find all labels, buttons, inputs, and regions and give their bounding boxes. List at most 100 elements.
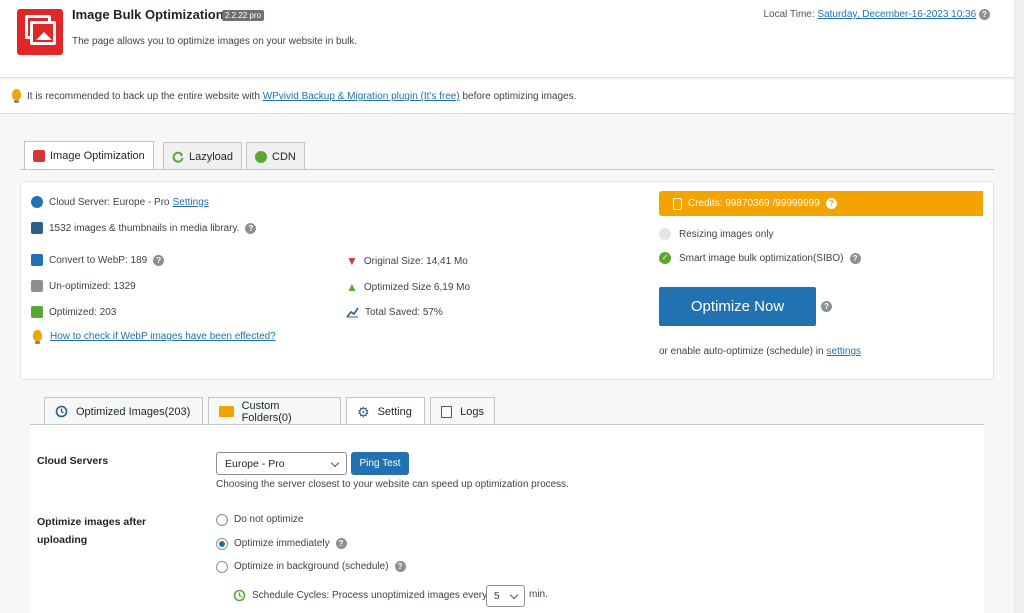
lightbulb-icon bbox=[33, 330, 42, 344]
webp-help-row: How to check if WebP images have been ef… bbox=[33, 330, 276, 344]
edit-icon bbox=[441, 405, 453, 418]
help-icon[interactable]: ? bbox=[825, 198, 837, 209]
radio-label-do-not-optimize: Do not optimize bbox=[234, 514, 304, 525]
version-badge: 2.2.22 pro bbox=[222, 10, 265, 21]
plugin-logo bbox=[17, 9, 63, 55]
chart-line-icon bbox=[346, 307, 359, 318]
server-selected-value: Europe - Pro bbox=[225, 457, 285, 470]
optimized-size-row: ▲ Optimized Size 6,19 Mo bbox=[346, 280, 470, 294]
settings-link[interactable]: Settings bbox=[173, 197, 209, 208]
optimized-icon bbox=[31, 306, 43, 318]
tab-divider bbox=[20, 169, 994, 170]
convert-webp-count: Convert to WebP: 189 bbox=[49, 254, 148, 266]
radio-do-not-optimize[interactable] bbox=[216, 514, 228, 526]
tab-label: Lazyload bbox=[189, 150, 234, 163]
tab-label: Setting bbox=[377, 406, 412, 418]
total-saved-row: Total Saved: 57% bbox=[346, 306, 443, 318]
thumbs-down-icon: ▼ bbox=[346, 254, 358, 268]
tab-label: Custom Folders(0) bbox=[241, 399, 292, 424]
schedule-interval-select[interactable]: 5 bbox=[486, 585, 525, 607]
optimize-now-button[interactable]: Optimize Now bbox=[659, 287, 816, 326]
help-icon[interactable]: ? bbox=[153, 254, 165, 266]
tab-logs[interactable]: Logs bbox=[430, 397, 495, 425]
mode-sibo-row[interactable]: ✓ Smart image bulk optimization(SIBO) ? bbox=[659, 252, 861, 264]
notice-prefix: It is recommended to back up the entire … bbox=[27, 91, 260, 102]
notice-suffix: before optimizing images. bbox=[462, 91, 577, 102]
gear-icon: ⚙ bbox=[357, 403, 370, 420]
check-icon: ✓ bbox=[659, 252, 671, 264]
tab-label: Logs bbox=[460, 405, 484, 418]
after-upload-label-line2: uploading bbox=[37, 534, 88, 546]
backup-notice: It is recommended to back up the entire … bbox=[0, 80, 1014, 114]
backup-plugin-link[interactable]: WPvivid Backup & Migration plugin (It's … bbox=[263, 91, 460, 102]
auto-optimize-row: or enable auto-optimize (schedule) in se… bbox=[659, 346, 861, 357]
globe-icon bbox=[31, 196, 43, 208]
convert-webp-row: Convert to WebP: 189 ? bbox=[31, 254, 165, 266]
tab-label: Image Optimization bbox=[50, 150, 145, 162]
image-icon bbox=[33, 150, 45, 162]
radio-optimize-immediately[interactable] bbox=[216, 538, 228, 550]
original-size: Original Size: 14,41 Mo bbox=[363, 255, 468, 267]
radio-optimize-background[interactable] bbox=[216, 561, 228, 573]
optimized-count: Optimized: 203 bbox=[49, 306, 117, 318]
unoptimized-row: Un-optimized: 1329 bbox=[31, 280, 136, 292]
webp-icon bbox=[31, 254, 43, 266]
chevron-down-icon bbox=[509, 590, 519, 600]
local-time-link[interactable]: Saturday, December-16-2023 10:36 bbox=[817, 9, 976, 20]
history-icon bbox=[55, 405, 68, 418]
cloud-server-row: Cloud Server: Europe - Pro Settings bbox=[31, 196, 209, 208]
auto-settings-link[interactable]: settings bbox=[827, 346, 861, 357]
chevron-down-icon bbox=[330, 458, 340, 468]
help-icon[interactable]: ? bbox=[245, 222, 257, 234]
mode-sibo-label: Smart image bulk optimization(SIBO) bbox=[679, 252, 844, 264]
thumbs-up-icon: ▲ bbox=[346, 280, 358, 294]
ping-test-button[interactable]: Ping Test bbox=[351, 452, 409, 475]
tab-lazyload[interactable]: Lazyload bbox=[163, 142, 243, 170]
server-hint: Choosing the server closest to your webs… bbox=[216, 479, 569, 490]
auto-optimize-text: or enable auto-optimize (schedule) in bbox=[659, 346, 824, 357]
total-saved: Total Saved: 57% bbox=[365, 306, 443, 318]
local-time: Local Time: Saturday, December-16-2023 1… bbox=[763, 9, 990, 20]
schedule-text: Schedule Cycles: Process unoptimized ima… bbox=[252, 590, 488, 601]
scrollbar[interactable] bbox=[1014, 0, 1024, 613]
radio-row-background: Optimize in background (schedule) ? bbox=[234, 561, 406, 572]
tab-setting[interactable]: ⚙ Setting bbox=[346, 397, 425, 426]
credits-text: Credits: 99870369 /99999999 bbox=[688, 198, 820, 209]
lightbulb-icon bbox=[12, 89, 21, 103]
tab-cdn[interactable]: CDN bbox=[246, 142, 305, 170]
server-select[interactable]: Europe - Pro bbox=[216, 452, 347, 475]
help-icon[interactable]: ? bbox=[821, 301, 832, 312]
mode-inactive-indicator bbox=[659, 228, 671, 240]
help-icon[interactable]: ? bbox=[979, 9, 990, 20]
unoptimized-icon bbox=[31, 280, 43, 292]
radio-label-background: Optimize in background (schedule) bbox=[234, 561, 389, 572]
library-row: 1532 images & thumbnails in media librar… bbox=[31, 222, 257, 234]
unoptimized-count: Un-optimized: 1329 bbox=[49, 280, 136, 292]
folder-icon bbox=[219, 406, 234, 417]
webp-help-link[interactable]: How to check if WebP images have been ef… bbox=[50, 331, 276, 342]
cloud-servers-label: Cloud Servers bbox=[37, 455, 109, 467]
after-upload-label-line1: Optimize images after bbox=[37, 516, 147, 528]
optimized-size: Optimized Size 6,19 Mo bbox=[363, 281, 471, 293]
tab-optimized-images[interactable]: Optimized Images(203) bbox=[44, 397, 203, 425]
schedule-interval-value: 5 bbox=[494, 590, 500, 602]
images-icon bbox=[31, 222, 43, 234]
tab-label: CDN bbox=[272, 150, 296, 163]
local-time-label: Local Time: bbox=[763, 9, 815, 21]
help-icon[interactable]: ? bbox=[394, 561, 406, 572]
tab-image-optimization[interactable]: Image Optimization bbox=[24, 141, 154, 170]
tab-custom-folders[interactable]: Custom Folders(0) bbox=[208, 397, 341, 425]
help-icon[interactable]: ? bbox=[335, 538, 347, 549]
original-size-row: ▼ Original Size: 14,41 Mo bbox=[346, 254, 468, 268]
schedule-row: Schedule Cycles: Process unoptimized ima… bbox=[233, 589, 487, 602]
globe-icon bbox=[255, 150, 267, 163]
page-subtitle: The page allows you to optimize images o… bbox=[72, 36, 358, 47]
page-header: Image Bulk Optimization 2.2.22 pro The p… bbox=[0, 0, 1014, 78]
optimized-row: Optimized: 203 bbox=[31, 306, 116, 318]
tab-label: Optimized Images(203) bbox=[76, 405, 191, 418]
mobile-icon bbox=[673, 197, 682, 210]
cloud-server-text: Cloud Server: Europe - Pro bbox=[49, 196, 170, 208]
mode-resize-row[interactable]: Resizing images only bbox=[659, 228, 774, 240]
radio-row-immediately: Optimize immediately ? bbox=[234, 538, 347, 549]
help-icon[interactable]: ? bbox=[849, 252, 861, 264]
